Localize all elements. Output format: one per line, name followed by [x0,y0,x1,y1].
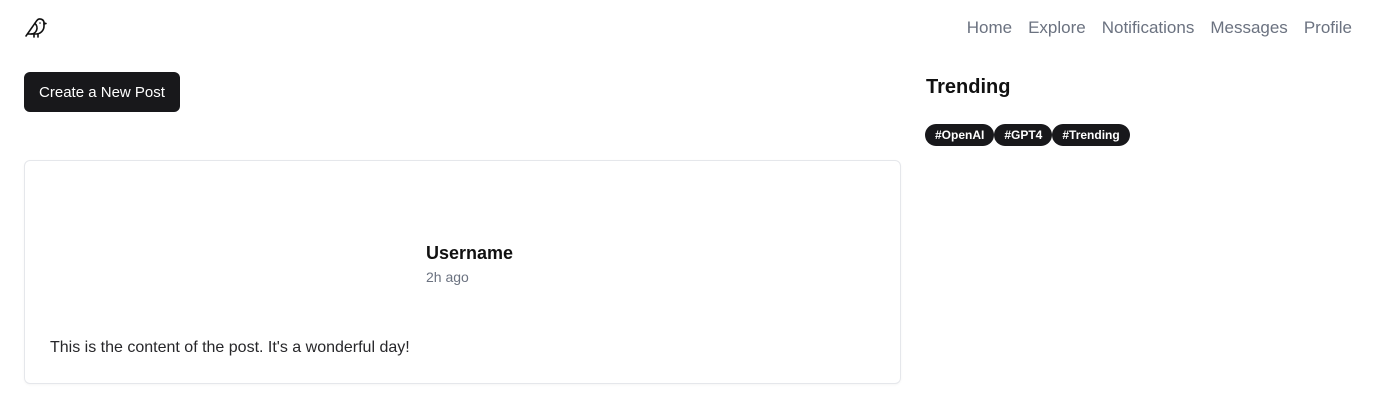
trending-title: Trending [926,76,1011,98]
tag-gpt4[interactable]: #GPT4 [994,124,1053,146]
bird-icon[interactable] [24,16,48,40]
trending-tags: #OpenAI #GPT4 #Trending [925,124,1130,146]
nav-notifications[interactable]: Notifications [1102,18,1195,38]
post-timestamp: 2h ago [426,269,469,285]
main-nav: Home Explore Notifications Messages Prof… [967,18,1352,38]
page: Home Explore Notifications Messages Prof… [0,0,1376,400]
create-post-button[interactable]: Create a New Post [24,72,180,112]
post-card: Username 2h ago This is the content of t… [24,160,901,384]
top-header: Home Explore Notifications Messages Prof… [24,14,1352,42]
post-author: Username 2h ago [426,241,513,287]
nav-explore[interactable]: Explore [1028,18,1086,38]
nav-profile[interactable]: Profile [1304,18,1352,38]
tag-trending[interactable]: #Trending [1052,124,1130,146]
nav-messages[interactable]: Messages [1210,18,1287,38]
nav-home[interactable]: Home [967,18,1012,38]
tag-openai[interactable]: #OpenAI [925,124,995,146]
post-username[interactable]: Username [426,241,513,265]
post-content: This is the content of the post. It's a … [50,339,410,356]
